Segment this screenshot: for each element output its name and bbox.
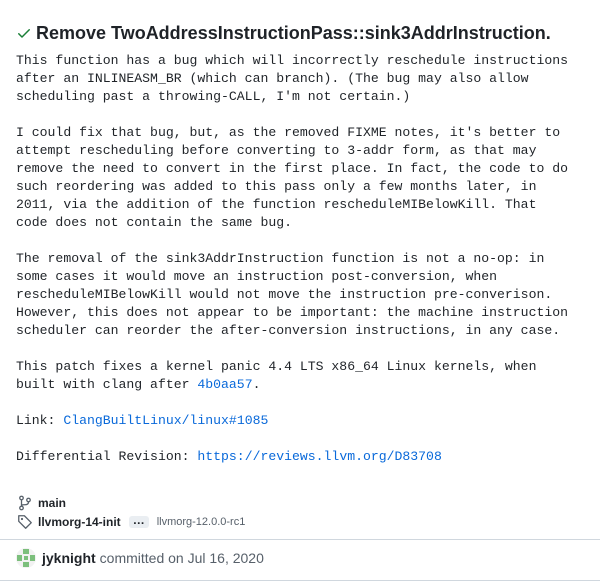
differential-revision-link[interactable]: https://reviews.llvm.org/D83708 <box>197 449 441 464</box>
commit-title-row: Remove TwoAddressInstructionPass::sink3A… <box>16 21 551 45</box>
message-text: . <box>252 377 261 392</box>
differential-revision-label: Differential Revision: <box>16 449 198 464</box>
message-paragraph: The removal of the sink3AddrInstruction … <box>16 251 568 338</box>
tag-icon <box>17 514 33 530</box>
divider <box>0 539 600 540</box>
message-paragraph: This patch fixes a kernel panic 4.4 LTS … <box>16 359 537 392</box>
commit-sha-link[interactable]: 4b0aa57 <box>197 377 252 392</box>
check-icon <box>16 25 32 41</box>
message-paragraph: This function has a bug which will incor… <box>16 53 568 104</box>
branch-row: main <box>17 494 66 512</box>
message-paragraph: I could fix that bug, but, as the remove… <box>16 125 568 230</box>
link-label: Link: <box>16 413 64 428</box>
tag-primary[interactable]: llvmorg-14-init <box>38 515 121 529</box>
author-name[interactable]: jyknight <box>42 550 96 566</box>
branch-name[interactable]: main <box>38 496 66 510</box>
issue-link[interactable]: ClangBuiltLinux/linux#1085 <box>63 413 268 428</box>
tag-secondary[interactable]: llvmorg-12.0.0-rc1 <box>157 516 246 528</box>
show-more-tags-button[interactable]: … <box>128 514 149 528</box>
committed-date: committed on Jul 16, 2020 <box>99 550 264 566</box>
commit-message: This function has a bug which will incor… <box>16 52 568 466</box>
avatar[interactable] <box>16 548 36 568</box>
git-branch-icon <box>17 495 33 511</box>
author-row: jyknight committed on Jul 16, 2020 <box>16 548 264 568</box>
commit-title: Remove TwoAddressInstructionPass::sink3A… <box>36 22 551 43</box>
commit-box: Remove TwoAddressInstructionPass::sink3A… <box>0 0 600 581</box>
tag-row: llvmorg-14-init … llvmorg-12.0.0-rc1 <box>17 513 245 531</box>
